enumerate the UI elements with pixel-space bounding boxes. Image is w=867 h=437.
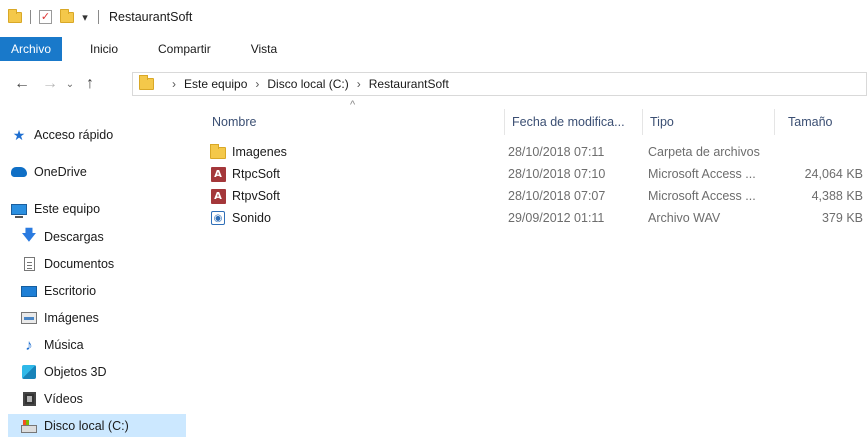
tab-compartir[interactable]: Compartir: [134, 37, 227, 61]
properties-icon[interactable]: ✓: [39, 10, 52, 24]
sidebar-item-label: Vídeos: [44, 392, 83, 406]
navigation-pane: ★ Acceso rápido OneDrive Este equipo 🡇 D…: [0, 99, 190, 437]
document-icon: [20, 256, 38, 272]
folder-icon: [210, 144, 226, 160]
column-divider[interactable]: [504, 109, 505, 135]
cloud-icon: [10, 164, 28, 180]
window-title: RestaurantSoft: [109, 10, 193, 24]
access-db-icon: A: [210, 188, 226, 204]
sidebar-item-label: Imágenes: [44, 311, 99, 325]
file-list: ^ Nombre Fecha de modifica... Tipo Tamañ…: [190, 99, 867, 437]
file-size: 4,388 KB: [811, 189, 863, 203]
up-button[interactable]: ↑: [78, 75, 102, 93]
file-name-cell: A RtpcSoft: [210, 164, 280, 184]
chevron-right-icon[interactable]: ›: [255, 77, 259, 91]
sidebar-item-label: Escritorio: [44, 284, 97, 298]
forward-button[interactable]: →: [38, 75, 62, 93]
sidebar-item-acceso-rapido[interactable]: ★ Acceso rápido: [10, 123, 114, 147]
customize-toolbar-dropdown[interactable]: ▾: [80, 11, 90, 24]
sidebar-item-label: Acceso rápido: [34, 128, 114, 142]
tab-inicio[interactable]: Inicio: [62, 37, 134, 61]
sidebar-item-label: Objetos 3D: [44, 365, 107, 379]
sidebar-item-label: Documentos: [44, 257, 115, 271]
new-folder-icon[interactable]: [60, 8, 74, 23]
sidebar-item-label: Disco local (C:): [44, 419, 129, 433]
divider: [98, 10, 99, 24]
ribbon-tabs: Archivo Inicio Compartir Vista: [0, 37, 867, 61]
title-bar: ✓ ▾ RestaurantSoft: [0, 0, 867, 34]
file-date: 28/10/2018 07:11: [508, 145, 605, 159]
drive-icon: [20, 418, 38, 434]
sidebar-item-label: Este equipo: [34, 202, 101, 216]
tab-archivo[interactable]: Archivo: [0, 37, 62, 61]
file-name: Imagenes: [232, 145, 287, 159]
column-header-tamano[interactable]: Tamaño: [788, 112, 832, 132]
file-type: Carpeta de archivos: [648, 145, 760, 159]
file-name: RtpcSoft: [232, 167, 280, 181]
sidebar-item-label: OneDrive: [34, 165, 87, 179]
sidebar-item-label: Música: [44, 338, 84, 352]
file-name: Sonido: [232, 211, 271, 225]
file-date: 28/10/2018 07:07: [508, 189, 606, 203]
file-date: 28/10/2018 07:10: [508, 167, 606, 181]
column-header-fecha[interactable]: Fecha de modifica...: [512, 112, 625, 132]
desktop-icon: [20, 283, 38, 299]
breadcrumb-este-equipo[interactable]: Este equipo: [184, 77, 247, 91]
access-db-icon: A: [210, 166, 226, 182]
breadcrumb-restaurantsoft[interactable]: RestaurantSoft: [369, 77, 449, 91]
file-row-imagenes[interactable]: Imagenes 28/10/2018 07:11 Carpeta de arc…: [190, 142, 867, 162]
recent-locations-button[interactable]: ⌄: [62, 79, 78, 90]
folder-icon: [139, 75, 154, 90]
star-icon: ★: [12, 126, 26, 143]
sidebar-item-objetos-3d[interactable]: Objetos 3D: [20, 360, 107, 384]
folder-icon[interactable]: [8, 8, 22, 23]
file-name-cell: A RtpvSoft: [210, 186, 280, 206]
file-type: Archivo WAV: [648, 211, 721, 225]
chevron-right-icon[interactable]: ›: [172, 77, 176, 91]
column-divider[interactable]: [774, 109, 775, 135]
file-type: Microsoft Access ...: [648, 167, 756, 181]
sidebar-item-imagenes[interactable]: Imágenes: [20, 306, 99, 330]
music-icon: ♪: [25, 336, 33, 354]
column-header-tipo[interactable]: Tipo: [650, 112, 674, 132]
sidebar-item-disco-local[interactable]: Disco local (C:): [20, 414, 129, 437]
file-row-sonido[interactable]: ◉ Sonido 29/09/2012 01:11 Archivo WAV 37…: [190, 208, 867, 228]
file-row-rtpcsoft[interactable]: A RtpcSoft 28/10/2018 07:10 Microsoft Ac…: [190, 164, 867, 184]
sidebar-item-este-equipo[interactable]: Este equipo: [10, 197, 100, 221]
download-icon: 🡇: [21, 226, 37, 244]
address-bar[interactable]: › Este equipo › Disco local (C:) › Resta…: [132, 72, 867, 96]
file-name: RtpvSoft: [232, 189, 280, 203]
file-size: 379 KB: [821, 211, 863, 225]
sort-ascending-icon: ^: [350, 99, 356, 111]
sidebar-item-descargas[interactable]: 🡇 Descargas: [20, 225, 104, 249]
sidebar-item-escritorio[interactable]: Escritorio: [20, 279, 96, 303]
chevron-right-icon[interactable]: ›: [357, 77, 361, 91]
objects-3d-icon: [20, 364, 38, 380]
file-name-cell: ◉ Sonido: [210, 208, 271, 228]
sidebar-item-musica[interactable]: ♪ Música: [20, 333, 84, 357]
file-name-cell: Imagenes: [210, 142, 287, 162]
navigation-bar: ← → ⌄ ↑ › Este equipo › Disco local (C:)…: [0, 69, 867, 99]
file-row-rtpvsoft[interactable]: A RtpvSoft 28/10/2018 07:07 Microsoft Ac…: [190, 186, 867, 206]
sidebar-item-documentos[interactable]: Documentos: [20, 252, 114, 276]
tab-vista[interactable]: Vista: [227, 37, 293, 61]
divider: [30, 10, 31, 24]
file-type: Microsoft Access ...: [648, 189, 756, 203]
file-size: 24,064 KB: [804, 167, 863, 181]
file-date: 29/09/2012 01:11: [508, 211, 605, 225]
back-button[interactable]: ←: [10, 75, 34, 93]
breadcrumb-disco-local[interactable]: Disco local (C:): [267, 77, 348, 91]
sidebar-item-onedrive[interactable]: OneDrive: [10, 160, 87, 184]
column-divider[interactable]: [642, 109, 643, 135]
computer-icon: [10, 201, 28, 218]
column-header-nombre[interactable]: Nombre: [212, 112, 256, 132]
videos-icon: [20, 391, 38, 407]
sidebar-item-videos[interactable]: Vídeos: [20, 387, 83, 411]
pictures-icon: [20, 310, 38, 326]
sidebar-item-label: Descargas: [44, 230, 104, 244]
audio-file-icon: ◉: [210, 210, 226, 226]
